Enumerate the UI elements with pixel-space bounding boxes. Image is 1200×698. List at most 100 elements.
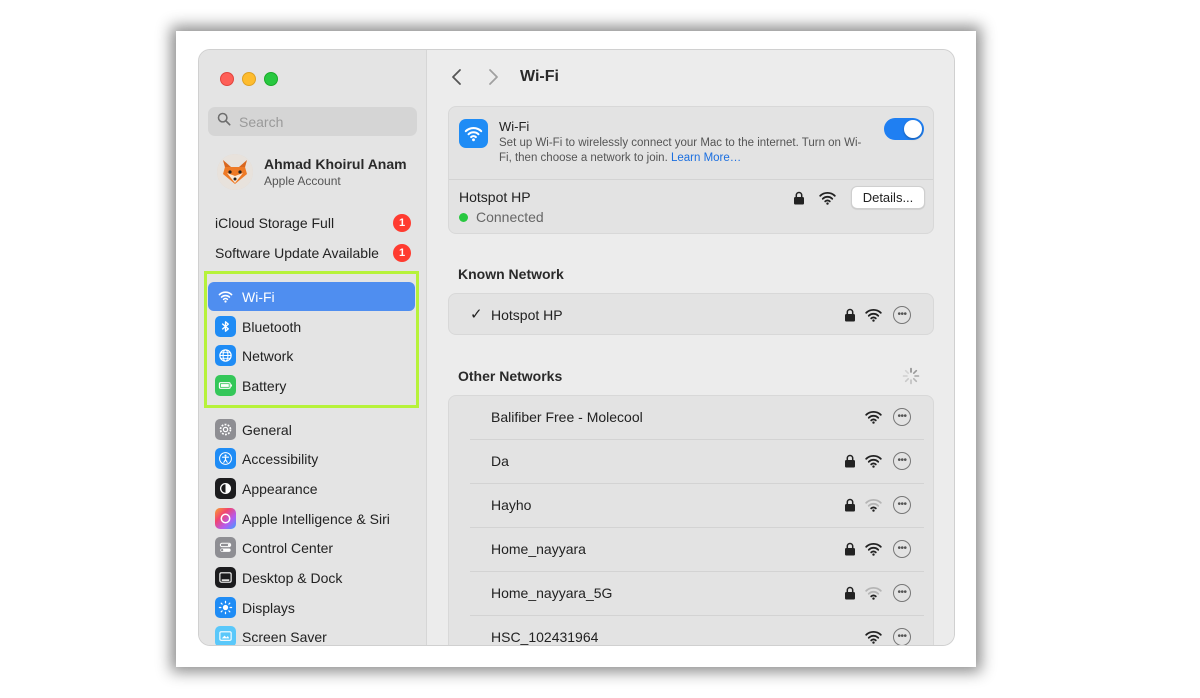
sidebar-item-wifi[interactable]: Wi-Fi: [208, 282, 415, 311]
siri-icon: [215, 508, 236, 529]
wifi-signal-icon: [819, 191, 836, 205]
sidebar-item-label: General: [242, 421, 292, 438]
wifi-signal-weak-icon: [865, 498, 882, 512]
network-name[interactable]: Balifiber Free - Molecool: [491, 409, 643, 425]
chevron-left-icon: [452, 69, 461, 85]
sidebar-item-control-center[interactable]: Control Center: [208, 533, 415, 562]
notification-badge: 1: [393, 214, 411, 232]
sidebar-item-bluetooth[interactable]: Bluetooth: [208, 312, 415, 341]
divider: [470, 615, 924, 616]
battery-icon: [215, 375, 236, 396]
globe-icon: [215, 345, 236, 366]
network-name[interactable]: Hotspot HP: [491, 307, 563, 323]
details-button[interactable]: Details...: [851, 186, 925, 209]
notice-software-update[interactable]: Software Update Available 1: [215, 241, 411, 265]
appearance-icon: [215, 478, 236, 499]
forward-button[interactable]: [485, 68, 501, 86]
sidebar-item-label: Apple Intelligence & Siri: [242, 510, 390, 527]
other-networks-list: Balifiber Free - Molecool ••• Da ••• Hay…: [448, 395, 934, 645]
network-name[interactable]: Home_nayyara_5G: [491, 585, 612, 601]
sidebar-item-label: Battery: [242, 377, 287, 394]
wifi-signal-icon: [865, 410, 882, 424]
more-options-button[interactable]: •••: [893, 452, 911, 470]
lock-icon: [793, 191, 805, 205]
wifi-signal-icon: [865, 630, 882, 644]
window-controls: [220, 72, 278, 86]
wifi-title: Wi-Fi: [499, 119, 530, 134]
lock-icon: [844, 498, 856, 512]
dock-icon: [215, 567, 236, 588]
notification-badge: 1: [393, 244, 411, 262]
control-center-icon: [215, 537, 236, 558]
more-options-button[interactable]: •••: [893, 306, 911, 324]
wifi-icon: [215, 286, 236, 307]
sidebar: Search Ahmad Khoirul Anam Apple Account: [199, 50, 427, 645]
sidebar-item-label: Accessibility: [242, 450, 319, 467]
more-options-button[interactable]: •••: [893, 408, 911, 426]
known-network-title: Known Network: [458, 266, 564, 282]
divider: [470, 483, 924, 484]
wifi-card: Wi-Fi Set up Wi-Fi to wirelessly connect…: [448, 106, 934, 234]
current-network-name: Hotspot HP: [459, 189, 531, 205]
sidebar-item-label: Control Center: [242, 539, 334, 556]
sidebar-item-network[interactable]: Network: [208, 341, 415, 370]
checkmark-icon: ✓: [470, 306, 483, 323]
sidebar-item-label: Network: [242, 347, 294, 364]
sidebar-item-apple-intelligence[interactable]: Apple Intelligence & Siri: [208, 504, 415, 533]
sidebar-item-displays[interactable]: Displays: [208, 593, 415, 622]
account-subtitle: Apple Account: [264, 174, 341, 188]
sidebar-item-label: Displays: [242, 599, 295, 616]
status-label: Connected: [476, 209, 544, 225]
more-options-button[interactable]: •••: [893, 496, 911, 514]
back-button[interactable]: [449, 68, 465, 86]
network-name[interactable]: Hayho: [491, 497, 531, 513]
lock-icon: [844, 308, 856, 322]
sidebar-item-label: Bluetooth: [242, 318, 302, 335]
search-input[interactable]: Search: [208, 107, 417, 136]
notice-label: Software Update Available: [215, 245, 379, 261]
wifi-signal-icon: [865, 308, 882, 322]
more-options-button[interactable]: •••: [893, 540, 911, 558]
learn-more-link[interactable]: Learn More…: [671, 152, 741, 164]
lock-icon: [844, 542, 856, 556]
sidebar-item-accessibility[interactable]: Accessibility: [208, 444, 415, 473]
wifi-icon: [459, 119, 488, 148]
sun-icon: [215, 597, 236, 618]
wifi-toggle[interactable]: [884, 118, 924, 140]
main-panel: Wi-Fi Wi-Fi Set up Wi-Fi to wirelessly c…: [427, 50, 954, 645]
other-networks-title: Other Networks: [458, 368, 563, 384]
lock-icon: [844, 586, 856, 600]
apple-account[interactable]: Ahmad Khoirul Anam Apple Account: [217, 152, 407, 192]
network-name[interactable]: Home_nayyara: [491, 541, 586, 557]
sidebar-item-general[interactable]: General: [208, 415, 415, 444]
connection-status: Connected: [459, 209, 544, 225]
sidebar-item-desktop-dock[interactable]: Desktop & Dock: [208, 563, 415, 592]
wifi-signal-weak-icon: [865, 586, 882, 600]
loading-spinner-icon: [902, 367, 920, 385]
close-button[interactable]: [220, 72, 234, 86]
sidebar-item-battery[interactable]: Battery: [208, 371, 415, 400]
account-name: Ahmad Khoirul Anam: [264, 156, 407, 172]
wifi-description: Set up Wi-Fi to wirelessly connect your …: [499, 136, 869, 166]
sidebar-item-label: Wi-Fi: [242, 288, 275, 305]
sidebar-item-screen-saver[interactable]: Screen Saver: [208, 622, 415, 645]
sidebar-item-label: Screen Saver: [242, 628, 327, 645]
sidebar-item-appearance[interactable]: Appearance: [208, 474, 415, 503]
screen-saver-icon: [215, 626, 236, 645]
notice-label: iCloud Storage Full: [215, 215, 335, 231]
wifi-signal-icon: [865, 542, 882, 556]
accessibility-icon: [215, 448, 236, 469]
more-options-button[interactable]: •••: [893, 628, 911, 645]
search-placeholder: Search: [239, 113, 284, 130]
page-title: Wi-Fi: [520, 68, 559, 85]
notice-icloud-storage[interactable]: iCloud Storage Full 1: [215, 211, 411, 235]
divider: [470, 527, 924, 528]
network-name[interactable]: Da: [491, 453, 509, 469]
network-name[interactable]: HSC_102431964: [491, 629, 598, 645]
bluetooth-icon: [215, 316, 236, 337]
zoom-button[interactable]: [264, 72, 278, 86]
fox-avatar-icon: [217, 154, 253, 190]
more-options-button[interactable]: •••: [893, 584, 911, 602]
wifi-signal-icon: [865, 454, 882, 468]
minimize-button[interactable]: [242, 72, 256, 86]
